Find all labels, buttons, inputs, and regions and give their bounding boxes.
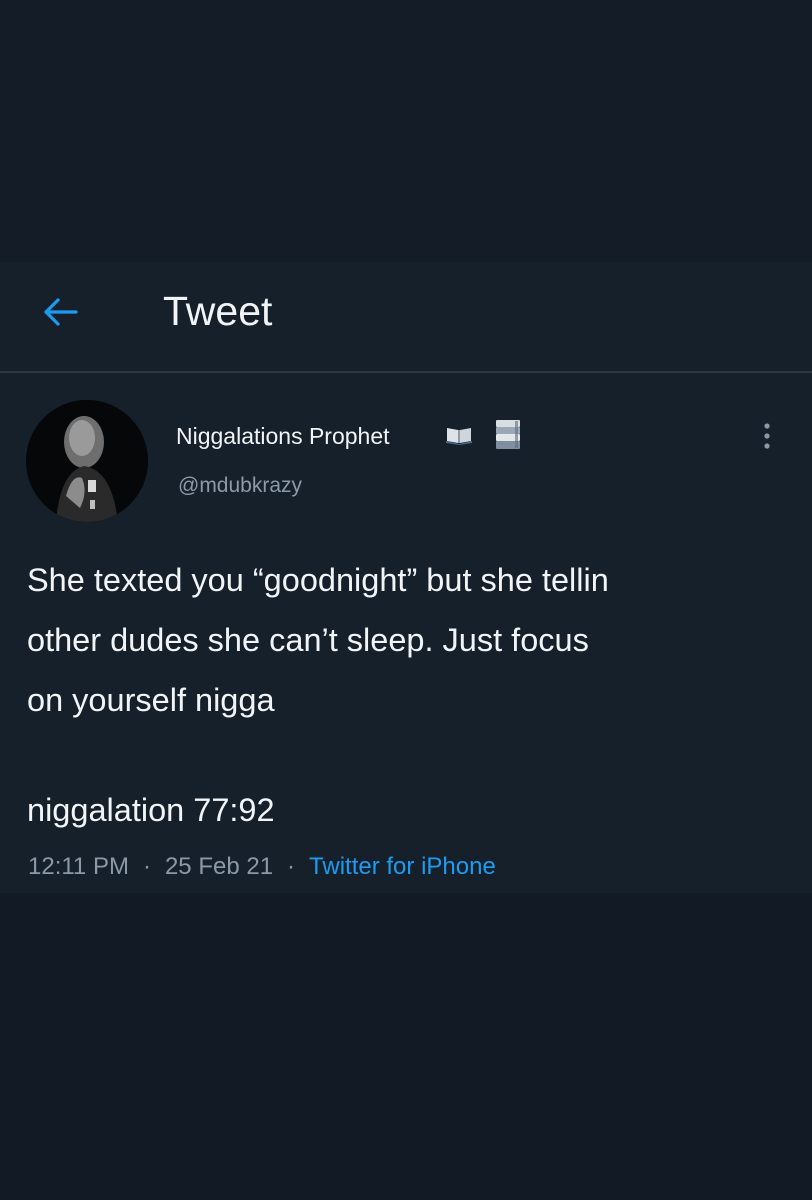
avatar[interactable] xyxy=(26,400,148,522)
tweet-source-link[interactable]: Twitter for iPhone xyxy=(309,853,496,880)
more-vertical-icon[interactable] xyxy=(752,416,782,456)
meta-separator: · xyxy=(142,853,151,880)
arrow-left-icon[interactable] xyxy=(38,290,82,334)
tweet-text-line: on yourself nigga xyxy=(27,682,275,718)
bottom-blank-area xyxy=(0,893,812,1200)
tweet-text-line: other dudes she can’t sleep. Just focus xyxy=(27,622,589,658)
books-emoji-icon xyxy=(496,420,520,449)
author-display-name[interactable]: Niggalations Prophet xyxy=(176,421,390,451)
tweet-header xyxy=(0,262,812,370)
author-handle[interactable]: @mdubkrazy xyxy=(178,472,302,500)
tweet-text: She texted you “goodnight” but she telli… xyxy=(27,550,787,730)
tweet-caption: niggalation 77:92 xyxy=(27,792,275,828)
open-book-emoji-icon xyxy=(446,428,472,445)
tweet-text-line: She texted you “goodnight” but she telli… xyxy=(27,562,609,598)
tweet-time: 12:11 PM xyxy=(28,853,129,880)
top-blank-area xyxy=(0,0,812,262)
meta-separator: · xyxy=(287,853,296,880)
tweet-date: 25 Feb 21 xyxy=(164,853,274,880)
page-title: Tweet xyxy=(163,288,273,334)
avatar-photo xyxy=(26,400,148,522)
tweet-metadata: 12:11 PM · 25 Feb 21 · Twitter for iPhone xyxy=(28,851,496,883)
